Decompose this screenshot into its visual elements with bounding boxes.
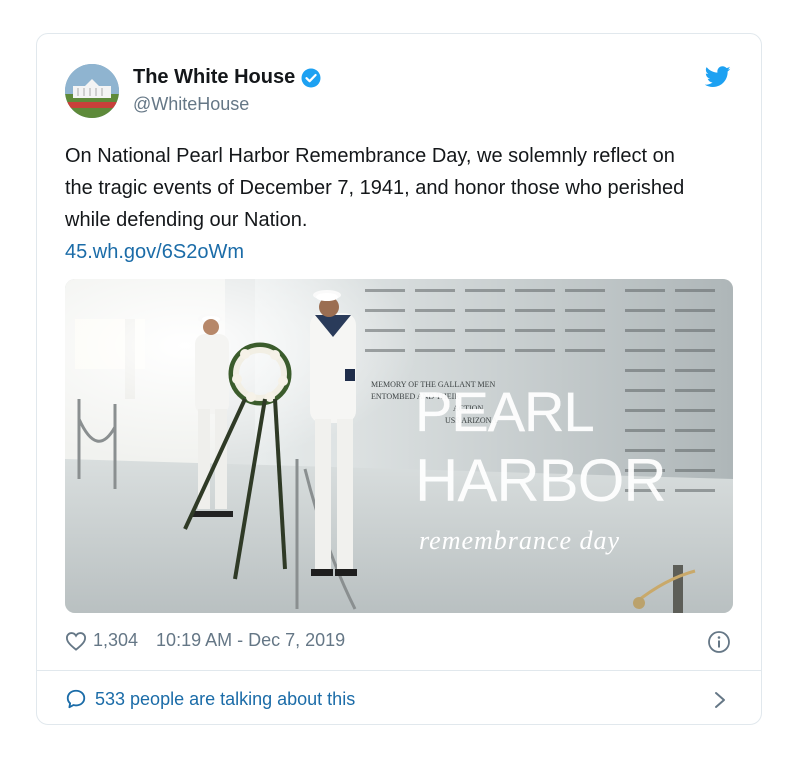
like-count: 1,304 (93, 630, 139, 650)
author-handle[interactable]: @WhiteHouse (133, 94, 249, 115)
tweet-text: On National Pearl Harbor Remembrance Day… (65, 145, 685, 231)
comment-bubble-icon (66, 689, 86, 709)
tweet-meta: 1,304 10:19 AM - Dec 7, 2019 (65, 630, 345, 651)
conversation-text[interactable]: 533 people are talking about this (95, 689, 355, 710)
heart-icon (65, 631, 87, 651)
media-title-pearl: PEARL (415, 380, 594, 443)
tweet-card: The White House @WhiteHouse On National … (36, 33, 762, 725)
like-button[interactable]: 1,304 (65, 630, 138, 651)
tweet-media-image[interactable]: MEMORY OF THE GALLANT MEN ENTOMBED AND T… (65, 279, 733, 613)
conversation-link[interactable]: 533 people are talking about this (65, 688, 355, 710)
tweet-body: On National Pearl Harbor Remembrance Day… (65, 140, 705, 268)
chevron-right-icon[interactable] (713, 690, 727, 710)
twitter-bird-icon[interactable] (705, 66, 731, 88)
author-name-text[interactable]: The White House (133, 66, 295, 89)
tweet-timestamp[interactable]: 10:19 AM - Dec 7, 2019 (156, 630, 345, 651)
tweet-link[interactable]: 45.wh.gov/6S2oWm (65, 236, 705, 268)
author-name[interactable]: The White House (133, 66, 321, 89)
media-subtitle: remembrance day (419, 526, 620, 555)
info-icon[interactable] (707, 630, 731, 654)
verified-badge-icon (301, 68, 321, 87)
avatar[interactable] (65, 64, 119, 118)
media-title-harbor: HARBOR (415, 447, 666, 514)
divider (37, 670, 761, 671)
